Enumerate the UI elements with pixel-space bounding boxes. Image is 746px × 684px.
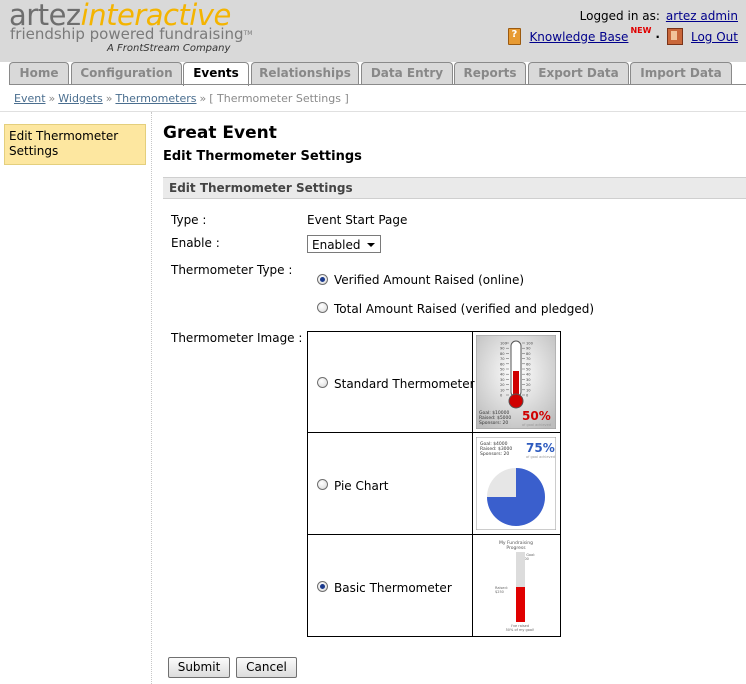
submit-button[interactable]: Submit — [168, 657, 230, 678]
enable-select[interactable]: Enabled — [307, 235, 381, 253]
section-header-text: Edit Thermometer Settings — [169, 181, 353, 195]
scale-tick-label: 100 — [526, 342, 534, 346]
login-status: Logged in as: artez admin — [580, 9, 738, 23]
scale-tick-label: 20 — [526, 383, 531, 387]
breadcrumb: Event» Widgets» Thermometers»[ Thermometer… — [14, 92, 349, 105]
trademark: TM — [243, 30, 253, 37]
radio-total-amount-label[interactable]: Total Amount Raised (verified and pledge… — [334, 302, 594, 316]
table-row-divider — [308, 432, 560, 433]
scale-tick-label: 40 — [526, 373, 531, 377]
basic-fill-bar — [516, 587, 525, 622]
pie-percent-sub: of goal achieved — [526, 455, 555, 459]
scale-tick-label: 50 — [526, 368, 531, 372]
scale-tick-label: 10 — [500, 388, 505, 392]
pie-chart-label[interactable]: Pie Chart — [334, 479, 388, 493]
thermometer-image-label: Thermometer Image : — [171, 331, 303, 345]
logged-in-label: Logged in as: — [579, 9, 660, 23]
breadcrumb-thermometers[interactable]: Thermometers — [115, 92, 196, 105]
tab-relationships[interactable]: Relationships — [251, 62, 359, 84]
radio-total-amount[interactable] — [317, 302, 328, 313]
tagline-text: friendship powered fundraising — [10, 25, 244, 43]
new-badge: NEW — [630, 26, 652, 35]
standard-thermometer-label[interactable]: Standard Thermometer — [334, 377, 475, 391]
type-label: Type : — [171, 213, 207, 227]
std-percent-sub: of goal achieved — [522, 423, 551, 427]
scale-tick-label: 70 — [526, 357, 531, 361]
knowledge-base-link[interactable]: Knowledge Base — [529, 30, 628, 44]
basic-thermometer-label[interactable]: Basic Thermometer — [334, 581, 452, 595]
scale-tick-label: 30 — [526, 378, 531, 382]
radio-verified-amount-label[interactable]: Verified Amount Raised (online) — [334, 273, 524, 287]
enable-select-value: Enabled — [312, 238, 361, 252]
table-row-divider — [308, 534, 560, 535]
radio-standard-thermometer[interactable] — [317, 377, 328, 388]
basic-footer2: 50% of my goal! — [506, 628, 535, 632]
chevron-down-icon — [367, 243, 375, 247]
thermometer-image-table: Standard Thermometer Pie Chart Basic The… — [307, 331, 561, 637]
scale-tick-label: 80 — [526, 352, 531, 356]
pie-percent: 75% — [526, 441, 555, 455]
header: artezinteractive friendship powered fund… — [0, 0, 746, 62]
breadcrumb-separator: » — [199, 92, 207, 105]
scale-tick-label: 40 — [500, 373, 505, 377]
scale-tick-label: 100 — [500, 342, 508, 346]
user-link[interactable]: artez admin — [666, 9, 738, 23]
radio-basic-thermometer[interactable] — [317, 581, 328, 592]
scale-tick-label: 60 — [500, 362, 505, 366]
scale-tick-label: 80 — [500, 352, 505, 356]
pie-sponsors: Sponsors: 20 — [480, 451, 509, 457]
link-separator: · — [655, 29, 660, 44]
tab-data-entry[interactable]: Data Entry — [361, 62, 453, 84]
scale-tick-label: 90 — [526, 347, 531, 351]
tab-import-data[interactable]: Import Data — [630, 62, 732, 84]
help-book-icon[interactable] — [508, 28, 522, 45]
breadcrumb-widgets[interactable]: Widgets — [58, 92, 102, 105]
cancel-button[interactable]: Cancel — [236, 657, 297, 678]
breadcrumb-separator: » — [48, 92, 56, 105]
scale-tick-label: 70 — [500, 357, 505, 361]
basic-thermometer-thumbnail[interactable]: My Fundraising Progress My Goal: $500 Ra… — [476, 538, 556, 634]
tab-export-data[interactable]: Export Data — [528, 62, 629, 84]
brand-tagline: friendship powered fundraisingTM — [10, 26, 252, 42]
section-header: Edit Thermometer Settings — [163, 177, 746, 199]
tab-reports[interactable]: Reports — [454, 62, 526, 84]
brand-company: A FrontStream Company — [107, 43, 231, 54]
standard-thermometer-thumbnail[interactable]: 1009080706050403020100 10090807060504030… — [476, 335, 556, 429]
logout-link[interactable]: Log Out — [691, 30, 738, 44]
basic-raised-value: $250 — [495, 590, 504, 594]
scale-tick-label: 50 — [500, 368, 505, 372]
thermometer-mercury — [513, 371, 519, 397]
thermometer-type-label: Thermometer Type : — [171, 263, 293, 277]
tab-configuration[interactable]: Configuration — [71, 62, 182, 84]
sidebar-item-edit-thermometer-settings[interactable]: Edit Thermometer Settings — [4, 124, 146, 165]
radio-verified-amount[interactable] — [317, 274, 328, 285]
scale-tick-label: 60 — [526, 362, 531, 366]
radio-pie-chart[interactable] — [317, 479, 328, 490]
scale-tick-label: 90 — [500, 347, 505, 351]
tab-events[interactable]: Events — [183, 62, 249, 86]
breadcrumb-current: [ Thermometer Settings ] — [209, 92, 349, 105]
breadcrumb-event[interactable]: Event — [14, 92, 46, 105]
sidebar: Edit Thermometer Settings — [0, 112, 152, 684]
scale-tick-label: 10 — [526, 388, 531, 392]
thermometer-bulb — [508, 393, 524, 409]
pie-chart-thumbnail[interactable]: Goal: $4000 Raised: $3000 Sponsors: 20 7… — [476, 437, 556, 530]
std-sponsors: Sponsors: 20 — [479, 420, 508, 426]
std-percent: 50% — [522, 409, 551, 423]
tab-home[interactable]: Home — [9, 62, 69, 84]
tab-baseline — [9, 84, 746, 85]
breadcrumb-separator: » — [105, 92, 113, 105]
page-title: Great Event — [163, 123, 277, 143]
enable-label: Enable : — [171, 236, 220, 250]
page-subtitle: Edit Thermometer Settings — [163, 149, 362, 164]
header-links: Knowledge Base NEW · Log Out — [508, 26, 738, 45]
scale-tick-label: 20 — [500, 383, 505, 387]
logout-door-icon[interactable] — [666, 28, 683, 45]
basic-title2: Progress — [506, 545, 526, 551]
scale-tick-label: 30 — [500, 378, 505, 382]
type-value: Event Start Page — [307, 213, 408, 227]
